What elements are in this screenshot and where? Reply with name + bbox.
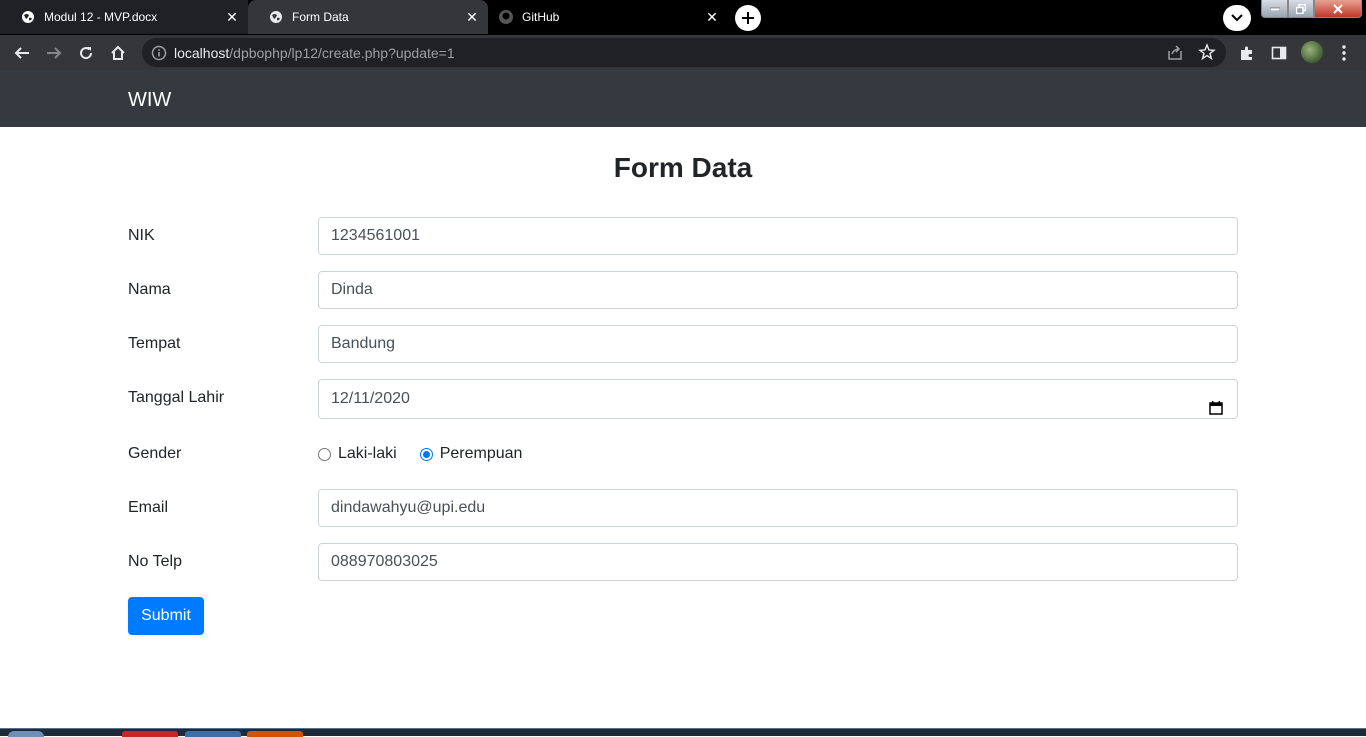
nama-label: Nama	[128, 281, 171, 298]
no-telp-input[interactable]: 088970803025	[318, 543, 1238, 581]
tempat-input[interactable]: Bandung	[318, 325, 1238, 363]
tanggal-lahir-input[interactable]: 12/11/2020	[318, 379, 1238, 419]
site-navbar: WIW	[0, 70, 1366, 127]
restore-icon	[1296, 3, 1306, 14]
close-tab-icon[interactable]: ✕	[704, 9, 720, 25]
nama-input[interactable]: Dinda	[318, 271, 1238, 309]
nik-label: NIK	[128, 227, 155, 244]
form-row-nik: NIK 1234561001	[128, 217, 1238, 255]
globe-icon	[268, 9, 284, 25]
browser-tab-modul12[interactable]: Modul 12 - MVP.docx ✕	[0, 0, 248, 34]
calendar-icon[interactable]	[1209, 392, 1223, 430]
browser-toolbar: localhost/dpbophp/lp12/create.php?update…	[0, 35, 1366, 70]
close-tab-icon[interactable]: ✕	[464, 9, 480, 25]
restore-window-button[interactable]	[1288, 0, 1314, 18]
forward-button[interactable]	[38, 35, 70, 70]
taskbar-app-button[interactable]	[122, 731, 178, 737]
arrow-right-icon	[47, 46, 62, 59]
browser-menu-button[interactable]	[1328, 35, 1360, 70]
profile-avatar[interactable]	[1301, 41, 1323, 63]
reload-icon	[80, 46, 93, 59]
submit-button[interactable]: Submit	[128, 597, 204, 635]
gender-radio-laki-laki[interactable]	[318, 447, 331, 461]
navbar-brand[interactable]: WIW	[128, 89, 171, 112]
side-panel-icon	[1271, 46, 1287, 59]
no-telp-label: No Telp	[128, 553, 182, 570]
tanggal-lahir-value: 12/11/2020	[331, 390, 410, 407]
page-title: Form Data	[613, 152, 753, 183]
address-bar[interactable]: localhost/dpbophp/lp12/create.php?update…	[142, 38, 1226, 67]
tanggal-lahir-label: Tanggal Lahir	[128, 389, 225, 406]
gender-option-label[interactable]: Perempuan	[440, 445, 523, 463]
tab-search-button[interactable]	[1223, 5, 1251, 31]
form-row-gender: Gender Laki-laki Perempuan	[128, 435, 1238, 473]
minimize-icon	[1269, 7, 1280, 11]
tab-title: Modul 12 - MVP.docx	[44, 10, 158, 24]
close-icon	[1333, 3, 1343, 14]
minimize-window-button[interactable]	[1261, 0, 1288, 18]
gender-option-label[interactable]: Laki-laki	[338, 445, 397, 463]
puzzle-icon	[1241, 46, 1252, 60]
extensions-button[interactable]	[1231, 35, 1263, 70]
nik-input[interactable]: 1234561001	[318, 217, 1238, 255]
github-icon	[498, 9, 514, 25]
browser-tab-github[interactable]: GitHub ✕	[488, 0, 728, 34]
globe-icon	[20, 9, 36, 25]
plus-icon	[742, 12, 754, 24]
chevron-down-icon	[1231, 14, 1243, 22]
browser-tab-form-data[interactable]: Form Data ✕	[248, 0, 488, 34]
kebab-menu-icon	[1342, 44, 1346, 61]
close-window-button[interactable]	[1314, 0, 1362, 18]
info-icon[interactable]	[150, 44, 168, 62]
tab-title: Form Data	[292, 10, 349, 24]
new-tab-button[interactable]	[735, 5, 761, 31]
close-tab-icon[interactable]: ✕	[224, 9, 240, 25]
form-row-no-telp: No Telp 088970803025	[128, 543, 1238, 581]
form-row-tempat: Tempat Bandung	[128, 325, 1238, 363]
tab-title: GitHub	[522, 10, 560, 24]
form-row-nama: Nama Dinda	[128, 271, 1238, 309]
gender-radio-group: Laki-laki Perempuan	[318, 445, 545, 463]
arrow-left-icon	[14, 46, 29, 59]
share-icon[interactable]	[1166, 44, 1184, 67]
home-button[interactable]	[102, 35, 134, 70]
side-panel-button[interactable]	[1263, 35, 1295, 70]
gender-label: Gender	[128, 445, 182, 462]
taskbar-app-button[interactable]	[185, 731, 241, 737]
start-button[interactable]	[8, 731, 44, 737]
home-icon	[111, 45, 125, 60]
os-taskbar	[0, 728, 1366, 737]
bookmark-star-icon[interactable]	[1198, 43, 1216, 66]
form-row-tanggal-lahir: Tanggal Lahir 12/11/2020	[128, 379, 1238, 419]
url-host: localhost	[174, 45, 230, 61]
email-label: Email	[128, 499, 169, 516]
browser-tab-strip: Modul 12 - MVP.docx ✕ Form Data ✕ GitHub…	[0, 0, 1366, 35]
reload-button[interactable]	[70, 35, 102, 70]
email-input[interactable]: dindawahyu@upi.edu	[318, 489, 1238, 527]
url-text: localhost/dpbophp/lp12/create.php?update…	[174, 45, 455, 61]
tempat-label: Tempat	[128, 335, 181, 352]
url-path: /dpbophp/lp12/create.php?update=1	[229, 45, 455, 61]
gender-radio-perempuan[interactable]	[419, 447, 433, 461]
back-button[interactable]	[6, 35, 38, 70]
taskbar-app-button[interactable]	[247, 731, 303, 737]
form-row-email: Email dindawahyu@upi.edu	[128, 489, 1238, 527]
